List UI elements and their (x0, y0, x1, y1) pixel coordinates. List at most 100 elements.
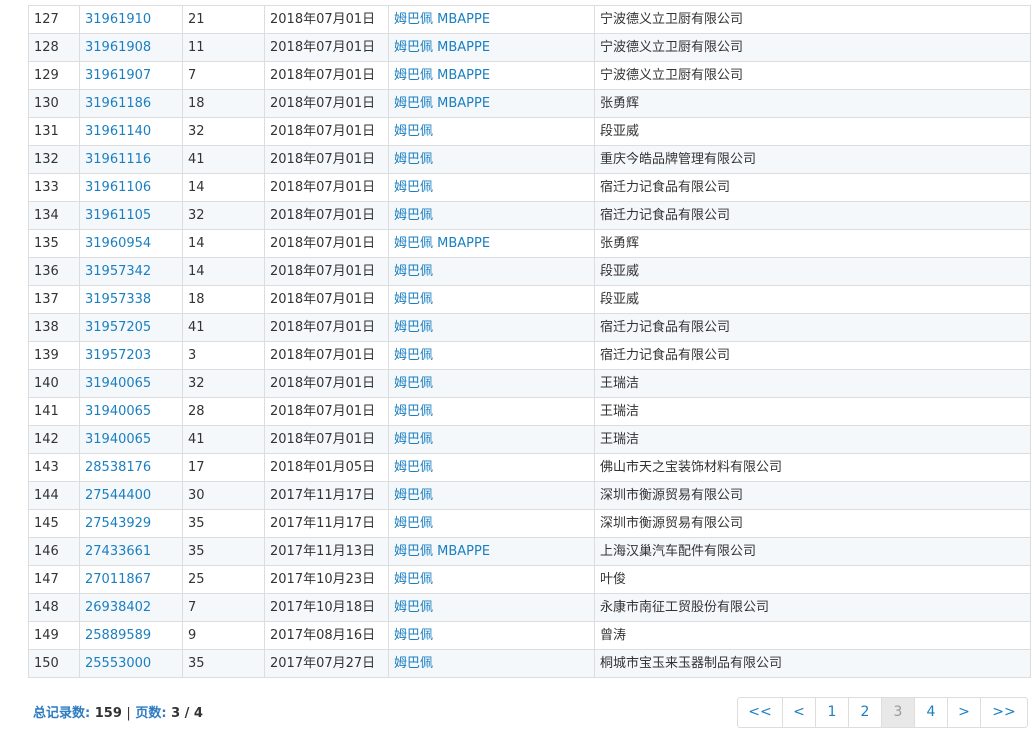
class-cell: 11 (182, 33, 265, 62)
trademark-name-cell: 姆巴佩 MBAPPE (388, 33, 595, 62)
applicant-cell: 宿迁力记食品有限公司 (594, 173, 1031, 202)
registration-number-link[interactable]: 31961105 (85, 208, 151, 223)
trademark-name-link[interactable]: 姆巴佩 (394, 124, 433, 139)
applicant-cell: 佛山市天之宝装饰材料有限公司 (594, 453, 1031, 482)
registration-number-link[interactable]: 31940065 (85, 376, 151, 391)
trademark-name-link[interactable]: 姆巴佩 (394, 516, 433, 531)
registration-number-cell: 31961106 (79, 173, 183, 202)
trademark-name-link[interactable]: 姆巴佩 (394, 320, 433, 335)
registration-number-link[interactable]: 31961910 (85, 12, 151, 27)
table-row: 131 31961140 32 2018年07月01日 姆巴佩 段亚威 (28, 117, 1031, 146)
trademark-name-link[interactable]: 姆巴佩 (394, 404, 433, 419)
trademark-name-link[interactable]: 姆巴佩 (394, 264, 433, 279)
registration-number-cell: 26938402 (79, 593, 183, 622)
applicant-cell: 张勇辉 (600, 96, 640, 111)
trademark-name-link[interactable]: 姆巴佩 (394, 600, 433, 615)
applicant-cell: 叶俊 (594, 565, 1031, 594)
trademark-name-link[interactable]: 姆巴佩 (394, 292, 433, 307)
registration-number-link[interactable]: 25553000 (85, 656, 151, 671)
page-2-button[interactable]: 2 (848, 698, 881, 727)
applicant-cell: 永康市南征工贸股份有限公司 (594, 593, 1031, 622)
trademark-name-link[interactable]: 姆巴佩 (394, 376, 433, 391)
class-cell: 14 (182, 257, 265, 286)
registration-number-link[interactable]: 31961106 (85, 180, 151, 195)
registration-number-link[interactable]: 31961908 (85, 40, 151, 55)
trademark-name-cell: 姆巴佩 (388, 313, 595, 342)
registration-number-link[interactable]: 31957342 (85, 264, 151, 279)
registration-number-link[interactable]: 31957203 (85, 348, 151, 363)
registration-number-link[interactable]: 26938402 (85, 600, 151, 615)
row-number-cell: 150 (34, 656, 59, 671)
applicant-cell: 深圳市衡源贸易有限公司 (600, 516, 744, 531)
application-date-cell: 2017年10月18日 (264, 593, 389, 622)
trademark-name-link[interactable]: 姆巴佩 (394, 208, 433, 223)
registration-number-link[interactable]: 28538176 (85, 460, 151, 475)
class-cell: 14 (182, 229, 265, 258)
trademark-name-cell: 姆巴佩 (388, 397, 595, 426)
trademark-name-link[interactable]: 姆巴佩 (394, 628, 433, 643)
applicant-cell: 永康市南征工贸股份有限公司 (600, 600, 770, 615)
registration-number-cell: 31961910 (79, 5, 183, 34)
prev-page-button[interactable]: < (782, 698, 815, 727)
row-number-cell: 145 (34, 516, 59, 531)
registration-number-link[interactable]: 31961907 (85, 68, 151, 83)
trademark-name-link[interactable]: 姆巴佩 MBAPPE (394, 544, 490, 559)
next-page-button[interactable]: > (947, 698, 980, 727)
trademark-name-link[interactable]: 姆巴佩 (394, 460, 433, 475)
table-row: 149 25889589 9 2017年08月16日 姆巴佩 曾涛 (28, 621, 1031, 650)
registration-number-link[interactable]: 31940065 (85, 432, 151, 447)
trademark-name-link[interactable]: 姆巴佩 MBAPPE (394, 12, 490, 27)
registration-number-link[interactable]: 27544400 (85, 488, 151, 503)
trademark-name-cell: 姆巴佩 (388, 285, 595, 314)
registration-number-link[interactable]: 25889589 (85, 628, 151, 643)
application-date-cell: 2017年11月13日 (264, 537, 389, 566)
trademark-name-link[interactable]: 姆巴佩 (394, 488, 433, 503)
applicant-cell: 张勇辉 (594, 89, 1031, 118)
trademark-name-link[interactable]: 姆巴佩 MBAPPE (394, 40, 490, 55)
page-3-button-current: 3 (881, 698, 914, 727)
registration-number-cell: 31961105 (79, 201, 183, 230)
trademark-name-link[interactable]: 姆巴佩 MBAPPE (394, 96, 490, 111)
applicant-cell: 宿迁力记食品有限公司 (600, 208, 731, 223)
application-date-cell: 2018年07月01日 (270, 376, 376, 391)
trademark-name-link[interactable]: 姆巴佩 MBAPPE (394, 68, 490, 83)
registration-number-link[interactable]: 31961140 (85, 124, 151, 139)
registration-number-link[interactable]: 31940065 (85, 404, 151, 419)
trademark-name-link[interactable]: 姆巴佩 (394, 180, 433, 195)
registration-number-cell: 31940065 (79, 397, 183, 426)
class-cell: 32 (182, 201, 265, 230)
registration-number-link[interactable]: 27433661 (85, 544, 151, 559)
class-cell: 21 (188, 12, 205, 27)
trademark-name-link[interactable]: 姆巴佩 (394, 348, 433, 363)
trademark-name-link[interactable]: 姆巴佩 (394, 656, 433, 671)
trademark-name-link[interactable]: 姆巴佩 (394, 572, 433, 587)
registration-number-link[interactable]: 27011867 (85, 572, 151, 587)
table-row: 134 31961105 32 2018年07月01日 姆巴佩 宿迁力记食品有限公司 (28, 201, 1031, 230)
registration-number-link[interactable]: 31957338 (85, 292, 151, 307)
registration-number-link[interactable]: 31961186 (85, 96, 151, 111)
page-1-button[interactable]: 1 (815, 698, 848, 727)
application-date-cell: 2017年11月17日 (270, 488, 376, 503)
registration-number-link[interactable]: 27543929 (85, 516, 151, 531)
registration-number-cell: 31940065 (79, 369, 183, 398)
table-row: 138 31957205 41 2018年07月01日 姆巴佩 宿迁力记食品有限公司 (28, 313, 1031, 342)
registration-number-link[interactable]: 31961116 (85, 152, 151, 167)
last-page-button[interactable]: >> (980, 698, 1027, 727)
table-row: 137 31957338 18 2018年07月01日 姆巴佩 段亚威 (28, 285, 1031, 314)
applicant-cell: 宁波德义立卫厨有限公司 (594, 5, 1031, 34)
trademark-name-link[interactable]: 姆巴佩 MBAPPE (394, 236, 490, 251)
trademark-name-link[interactable]: 姆巴佩 (394, 432, 433, 447)
application-date-cell: 2018年07月01日 (264, 117, 389, 146)
class-cell: 32 (182, 369, 265, 398)
row-number-cell: 147 (28, 565, 80, 594)
registration-number-link[interactable]: 31960954 (85, 236, 151, 251)
table-row: 145 27543929 35 2017年11月17日 姆巴佩 深圳市衡源贸易有限公司 (28, 509, 1031, 538)
table-row: 148 26938402 7 2017年10月18日 姆巴佩 永康市南征工贸股份有限公司 (28, 593, 1031, 622)
registration-number-link[interactable]: 31957205 (85, 320, 151, 335)
registration-number-cell: 31957342 (79, 257, 183, 286)
first-page-button[interactable]: << (738, 698, 782, 727)
application-date-cell: 2018年07月01日 (270, 404, 376, 419)
trademark-name-link[interactable]: 姆巴佩 (394, 152, 433, 167)
page-4-button[interactable]: 4 (914, 698, 947, 727)
applicant-cell: 段亚威 (600, 292, 640, 307)
